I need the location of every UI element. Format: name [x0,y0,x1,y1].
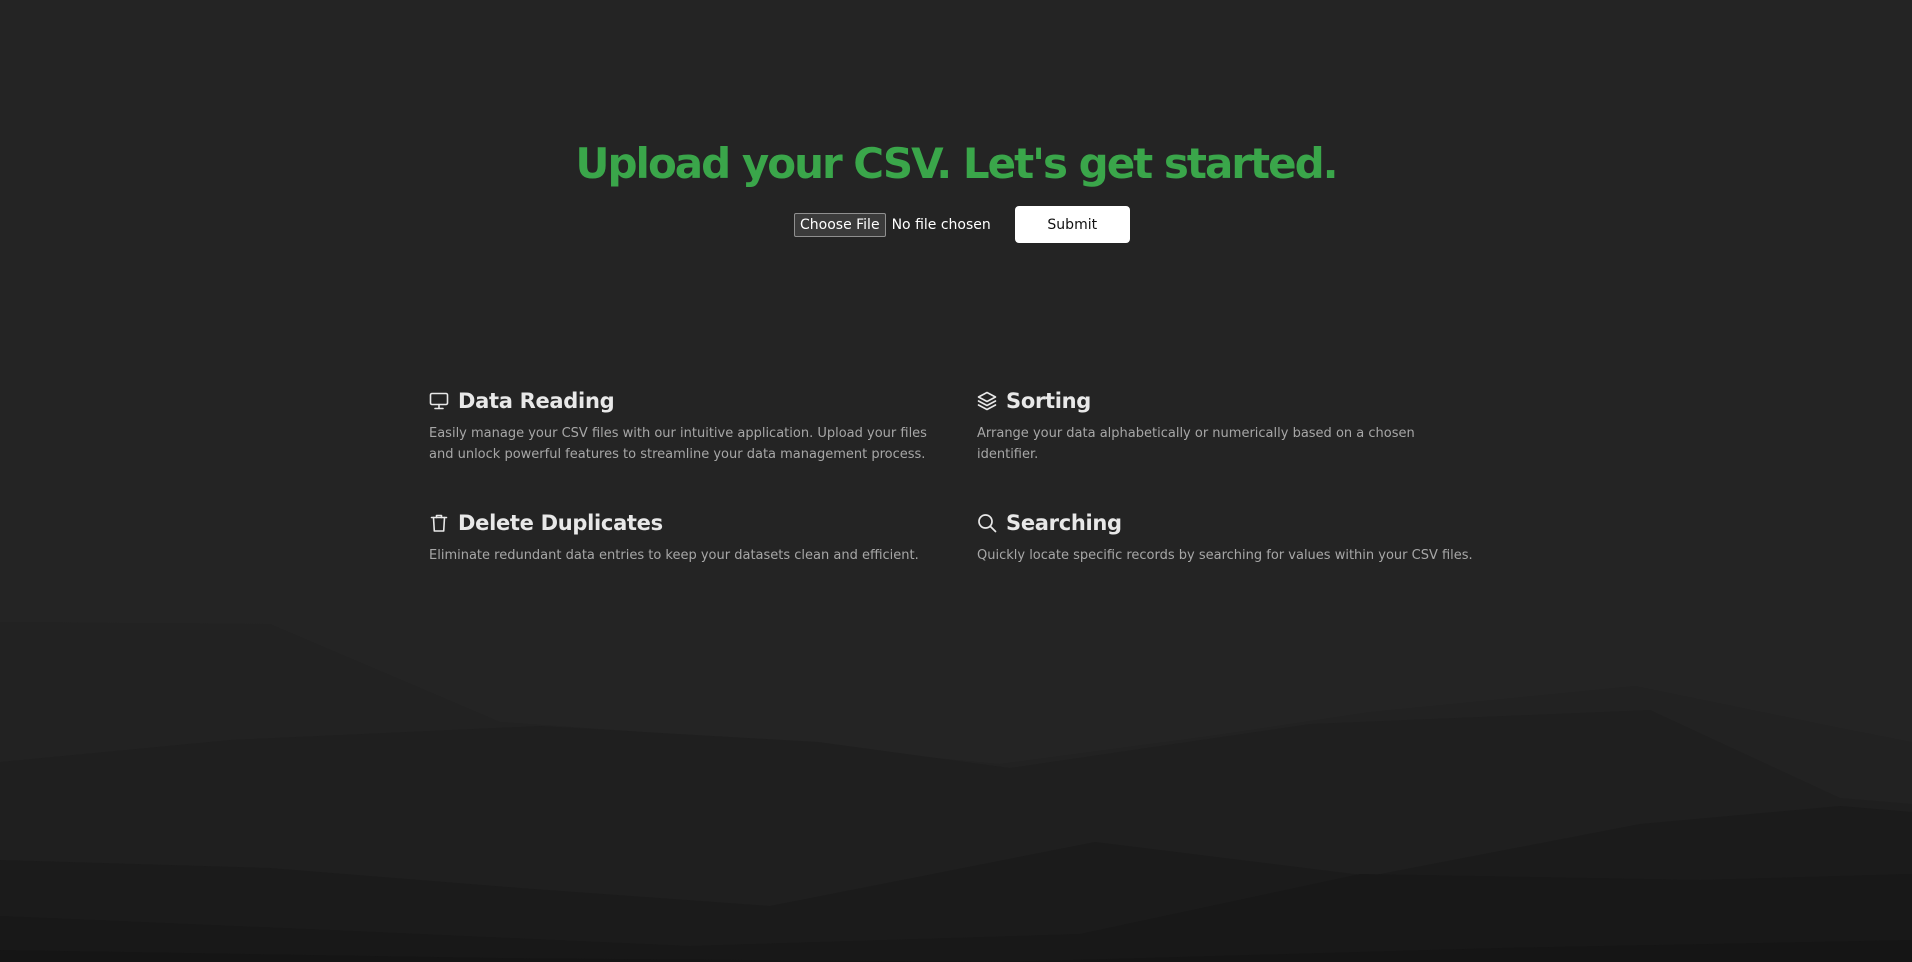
search-icon [977,513,997,533]
hero-section: Upload your CSV. Let's get started. [0,135,1912,193]
feature-title: Sorting [1006,389,1092,413]
layers-icon [977,391,997,411]
feature-header: Data Reading [429,388,929,414]
monitor-icon [429,391,449,411]
page-title: Upload your CSV. Let's get started. [575,139,1338,188]
feature-title: Delete Duplicates [458,511,663,535]
choose-file-button[interactable]: Choose File [794,212,886,237]
feature-description: Arrange your data alphabetically or nume… [977,426,1415,462]
feature-title: Data Reading [458,389,615,413]
upload-page: Upload your CSV. Let's get started. Choo… [0,0,1912,962]
feature-description: Quickly locate specific records by searc… [977,548,1473,563]
feature-searching: Searching Quickly locate specific record… [977,510,1477,566]
upload-form: Choose File No file chosen Submit [794,206,1130,243]
feature-header: Delete Duplicates [429,510,929,536]
feature-header: Sorting [977,388,1477,414]
submit-button[interactable]: Submit [1014,206,1130,243]
feature-header: Searching [977,510,1477,536]
file-status-text: No file chosen [891,216,991,233]
feature-data-reading: Data Reading Easily manage your CSV file… [429,388,929,465]
trash-icon [429,513,449,533]
feature-sorting: Sorting Arrange your data alphabetically… [977,388,1477,465]
feature-description: Eliminate redundant data entries to keep… [429,548,919,563]
file-input[interactable]: Choose File No file chosen [794,212,991,237]
feature-description: Easily manage your CSV files with our in… [429,426,927,462]
feature-title: Searching [1006,511,1122,535]
feature-delete-duplicates: Delete Duplicates Eliminate redundant da… [429,510,929,566]
